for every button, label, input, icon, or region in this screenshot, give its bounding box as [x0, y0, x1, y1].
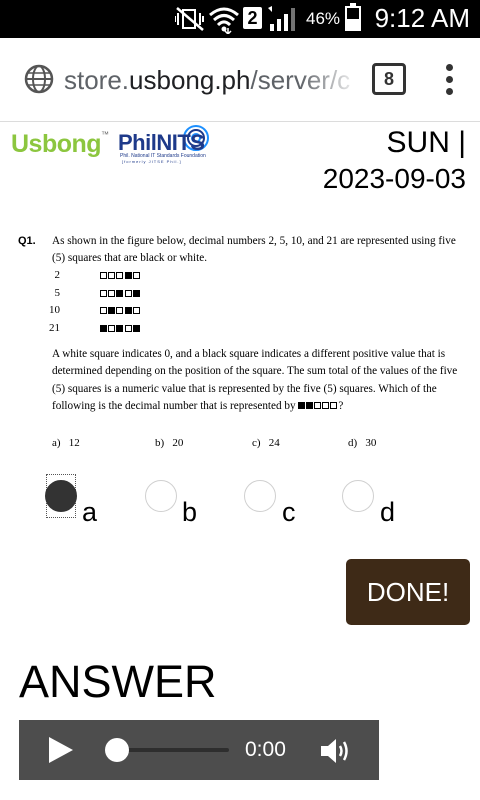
- audio-time: 0:00: [245, 738, 286, 761]
- date-full: 2023-09-03: [322, 163, 466, 194]
- choice-a-value: 12: [68, 437, 80, 449]
- globe-icon[interactable]: [24, 64, 54, 94]
- battery-percent: 46%: [306, 9, 341, 28]
- question-intro: As shown in the figure below, decimal nu…: [52, 235, 456, 264]
- white-square: [314, 401, 322, 409]
- question-paragraph-text: A white square indicates 0, and a black …: [52, 348, 458, 412]
- sim-slot-badge: 2: [243, 7, 262, 29]
- choice-b-value: 20: [172, 437, 184, 449]
- figure-row-number: 5: [54, 286, 61, 299]
- signal-icon: [268, 6, 295, 31]
- white-square: [132, 272, 140, 279]
- figure-row-number: 21: [49, 321, 60, 334]
- radio-label-d[interactable]: d: [380, 497, 395, 528]
- white-square: [330, 401, 338, 409]
- radio-option-c[interactable]: [244, 480, 276, 512]
- radio-label-b[interactable]: b: [182, 497, 197, 528]
- vibrate-mute-icon: [175, 7, 204, 31]
- white-square: [124, 324, 132, 332]
- radio-option-b[interactable]: [145, 480, 177, 512]
- white-square: [124, 289, 132, 297]
- audio-player: 0:00: [19, 720, 379, 780]
- choice-d-label: d): [348, 437, 358, 449]
- overflow-menu-icon[interactable]: [440, 64, 458, 98]
- black-square: [306, 401, 314, 409]
- philnits-logo-subtitle2: [formerly JITSE Phil.]: [122, 159, 182, 164]
- url-prefix: store.: [64, 65, 130, 95]
- black-square: [116, 289, 124, 297]
- choice-b-label: b): [155, 437, 165, 449]
- url-domain: usbong.ph: [129, 65, 251, 95]
- battery-icon: [345, 3, 361, 31]
- philnits-logo: PhilNITS Phil. National IT Standards Fou…: [118, 124, 210, 166]
- black-square: [132, 324, 140, 332]
- black-square: [124, 272, 132, 279]
- tab-switcher-button[interactable]: 8: [372, 63, 406, 95]
- play-icon[interactable]: [49, 737, 73, 763]
- radio-option-a[interactable]: [45, 480, 77, 512]
- black-square: [100, 324, 107, 332]
- white-square: [108, 272, 116, 279]
- volume-icon[interactable]: [319, 736, 353, 766]
- usbong-logo-tm: ™: [101, 130, 109, 139]
- white-square: [100, 289, 107, 297]
- answer-heading: ANSWER: [19, 656, 217, 707]
- choice-b: b) 20: [155, 437, 183, 449]
- white-square: [108, 289, 116, 297]
- white-square: [132, 307, 140, 314]
- white-square: [100, 307, 107, 314]
- figure-row-number: 2: [54, 269, 61, 281]
- usbong-logo-text: Usbong: [11, 130, 102, 158]
- choice-c-value: 24: [268, 437, 280, 449]
- white-square: [108, 324, 116, 332]
- question-paragraph: A white square indicates 0, and a black …: [52, 346, 468, 415]
- done-button[interactable]: DONE!: [346, 559, 470, 625]
- choice-a: a) 12: [52, 437, 80, 449]
- white-square: [116, 272, 124, 279]
- choice-d: d) 30: [348, 437, 376, 449]
- seek-thumb[interactable]: [105, 738, 129, 762]
- url-fade: [300, 58, 360, 102]
- choice-c-label: c): [252, 437, 261, 449]
- choice-c: c) 24: [252, 437, 280, 449]
- browser-toolbar: store.usbong.ph/server/c 8: [0, 38, 480, 122]
- black-square: [124, 307, 132, 314]
- question-paragraph-end: ?: [338, 399, 344, 412]
- question-paragraph-pattern: [298, 400, 338, 412]
- choice-a-label: a): [52, 437, 61, 449]
- radio-option-d[interactable]: [342, 480, 374, 512]
- choice-d-value: 30: [365, 437, 377, 449]
- wifi-icon: [209, 7, 239, 34]
- white-square: [100, 272, 107, 279]
- question-number: Q1.: [18, 235, 36, 247]
- status-bar: 2 46% 9:12 AM: [0, 0, 480, 38]
- date-day: SUN |: [386, 126, 466, 159]
- figure-row-number: 10: [49, 304, 60, 316]
- black-square: [116, 324, 124, 332]
- white-square: [116, 307, 124, 314]
- seek-bar[interactable]: [115, 748, 229, 752]
- radio-label-c[interactable]: c: [282, 497, 296, 528]
- black-square: [298, 401, 306, 409]
- radio-label-a[interactable]: a: [82, 497, 97, 528]
- black-square: [108, 307, 116, 314]
- usbong-logo: Usbong™: [11, 130, 109, 159]
- white-square: [322, 401, 330, 409]
- black-square: [132, 289, 140, 297]
- status-time: 9:12 AM: [374, 3, 470, 33]
